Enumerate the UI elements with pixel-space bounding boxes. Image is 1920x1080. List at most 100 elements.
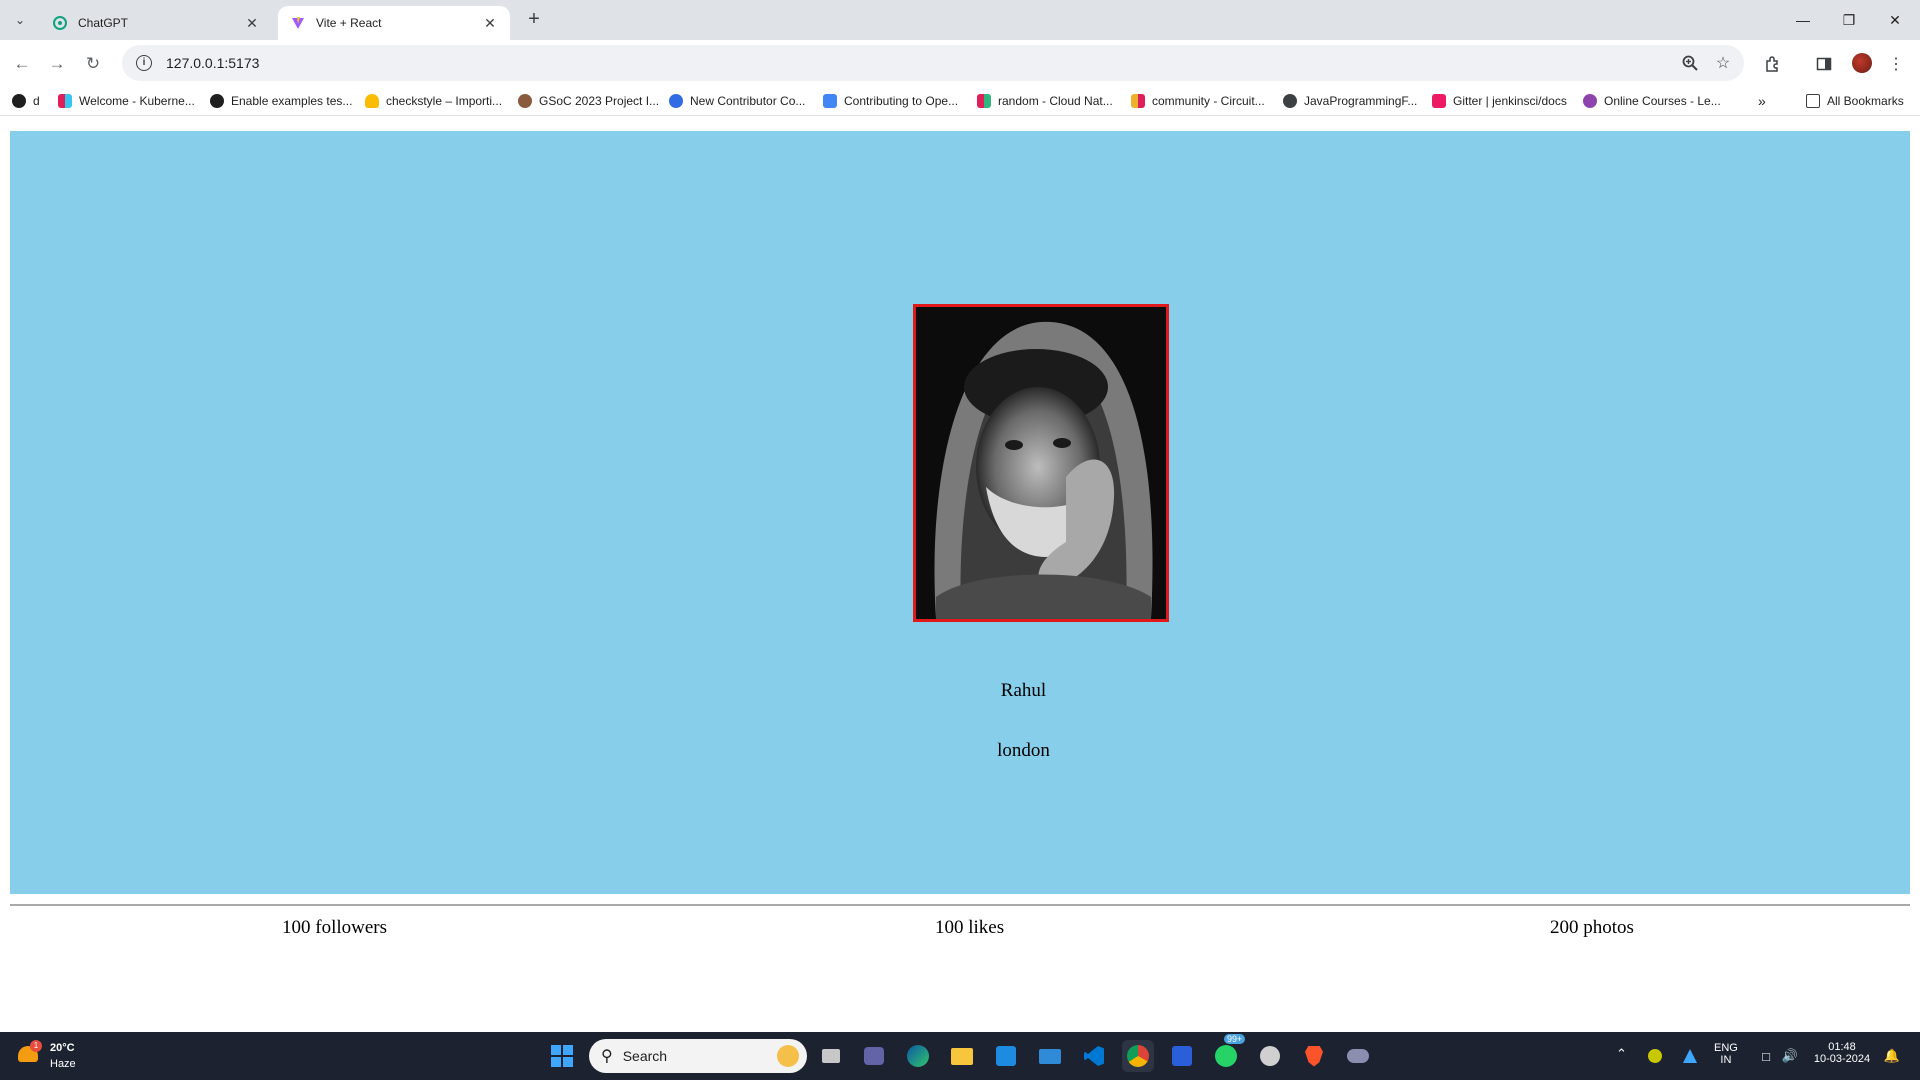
bookmark-item[interactable]: d [12, 92, 40, 110]
bookmark-label: community - Circuit... [1152, 94, 1265, 108]
likes-count: 100 likes [935, 917, 1005, 938]
app-icon[interactable] [1342, 1040, 1374, 1072]
bookmark-item[interactable]: random - Cloud Nat... [977, 92, 1113, 110]
slack-icon [977, 94, 991, 108]
reload-icon[interactable]: ↻ [79, 50, 107, 78]
profile-avatar[interactable] [1852, 53, 1872, 73]
bookmark-label: d [33, 94, 40, 108]
bookmark-label: Welcome - Kuberne... [79, 94, 195, 108]
brave-icon[interactable] [1298, 1040, 1330, 1072]
tab-search-chevron-icon[interactable]: ⌄ [8, 8, 32, 32]
page-viewport: Rahul london 100 followers 100 likes 200… [0, 117, 1920, 1032]
tab-close-icon[interactable]: ✕ [244, 15, 260, 31]
clock[interactable]: 01:48 10-03-2024 [1808, 1041, 1876, 1065]
store-icon[interactable] [990, 1040, 1022, 1072]
tray-app-icon[interactable] [1643, 1040, 1667, 1072]
teams-icon[interactable] [858, 1040, 890, 1072]
forward-icon[interactable]: → [43, 50, 71, 78]
back-icon[interactable]: ← [8, 50, 36, 78]
mail-icon[interactable] [1034, 1040, 1066, 1072]
taskbar-search[interactable]: ⚲ Search [589, 1039, 807, 1073]
bookmark-item[interactable]: Contributing to Ope... [823, 92, 958, 110]
url-text: 127.0.0.1:5173 [166, 55, 260, 71]
bookmark-item[interactable]: JavaProgrammingF... [1283, 92, 1417, 110]
tab-close-icon[interactable]: ✕ [482, 15, 498, 31]
followers-count: 100 followers [282, 917, 388, 938]
bookmark-label: New Contributor Co... [690, 94, 806, 108]
bookmark-item[interactable]: New Contributor Co... [669, 92, 805, 110]
bookmarks-bar: d Welcome - Kuberne... Enable examples t… [0, 86, 1920, 116]
address-bar[interactable]: i 127.0.0.1:5173 [122, 45, 1744, 81]
photos-count: 200 photos [1550, 917, 1634, 938]
clock-app-icon[interactable] [1254, 1040, 1286, 1072]
bookmark-item[interactable]: GSoC 2023 Project I... [518, 92, 659, 110]
divider [10, 904, 1910, 906]
lang-top: ENG [1714, 1042, 1738, 1054]
chatgpt-favicon-icon [52, 15, 68, 31]
clock-time: 01:48 [1828, 1041, 1856, 1053]
notification-bell-icon[interactable]: 🔔 [1880, 1040, 1904, 1072]
lang-bottom: IN [1720, 1054, 1732, 1066]
calendar-icon[interactable] [1166, 1040, 1198, 1072]
bookmark-star-icon[interactable]: ☆ [1707, 47, 1739, 79]
weather-badge: 1 [30, 1040, 42, 1052]
whatsapp-icon[interactable]: 99+ [1210, 1034, 1246, 1072]
lightbulb-icon [365, 94, 379, 108]
bookmark-label: JavaProgrammingF... [1304, 94, 1418, 108]
start-button[interactable] [546, 1040, 578, 1072]
bookmark-item[interactable]: community - Circuit... [1131, 92, 1265, 110]
globe-icon [1283, 94, 1297, 108]
bookmark-item[interactable]: checkstyle – Importi... [365, 92, 502, 110]
chrome-icon[interactable] [1122, 1040, 1154, 1072]
tab-title: ChatGPT [78, 16, 129, 30]
bookmark-label: Gitter | jenkinsci/docs [1453, 94, 1567, 108]
weather-widget[interactable]: 1 20°C Haze [16, 1040, 86, 1074]
github-icon [12, 94, 26, 108]
vscode-icon[interactable] [1078, 1040, 1110, 1072]
restore-icon[interactable]: ❐ [1826, 0, 1872, 40]
bookmark-label: Contributing to Ope... [844, 94, 959, 108]
bookmark-label: GSoC 2023 Project I... [539, 94, 660, 108]
tab-chatgpt[interactable]: ChatGPT ✕ [40, 6, 272, 40]
volume-icon[interactable]: 🔊 [1778, 1040, 1802, 1072]
all-bookmarks-label: All Bookmarks [1827, 94, 1904, 108]
docs-icon [823, 94, 837, 108]
extensions-icon[interactable] [1758, 50, 1786, 78]
slack-icon [58, 94, 72, 108]
all-bookmarks-button[interactable]: All Bookmarks [1806, 92, 1904, 110]
bookmark-item[interactable]: Welcome - Kuberne... [58, 92, 195, 110]
tab-vite-react[interactable]: Vite + React ✕ [278, 6, 510, 40]
tab-strip: ⌄ ChatGPT ✕ Vite + React ✕ + — ❐ ✕ [0, 0, 1920, 40]
browser-menu-icon[interactable]: ⋮ [1882, 50, 1910, 78]
file-explorer-icon[interactable] [946, 1040, 978, 1072]
minimize-icon[interactable]: — [1780, 0, 1826, 40]
site-info-icon[interactable]: i [136, 55, 152, 71]
github-icon [210, 94, 224, 108]
courses-icon [1583, 94, 1597, 108]
bookmark-label: checkstyle – Importi... [386, 94, 503, 108]
bookmark-item[interactable]: Gitter | jenkinsci/docs [1432, 92, 1567, 110]
zoom-icon[interactable] [1674, 47, 1706, 79]
task-view-icon[interactable] [815, 1040, 847, 1072]
tab-title: Vite + React [316, 16, 382, 30]
display-icon[interactable]: □ [1754, 1040, 1778, 1072]
search-highlight-icon [777, 1045, 799, 1067]
browser-toolbar: ← → ↻ i 127.0.0.1:5173 ☆ ⋮ [0, 40, 1920, 86]
clock-date: 10-03-2024 [1813, 1053, 1871, 1065]
weather-temp: 20°C [50, 1042, 75, 1054]
vite-favicon-icon [290, 15, 306, 31]
input-language[interactable]: ENG IN [1714, 1042, 1738, 1066]
bookmark-item[interactable]: Online Courses - Le... [1583, 92, 1721, 110]
edge-icon[interactable] [902, 1040, 934, 1072]
tray-network-warning-icon[interactable] [1678, 1040, 1702, 1072]
folder-icon [1806, 94, 1820, 108]
tray-overflow-icon[interactable]: ⌃ [1616, 1046, 1627, 1062]
window-close-icon[interactable]: ✕ [1872, 0, 1918, 40]
gsoc-icon [518, 94, 532, 108]
bookmark-label: Online Courses - Le... [1604, 94, 1721, 108]
bookmark-item[interactable]: Enable examples tes... [210, 92, 352, 110]
side-panel-icon[interactable] [1810, 50, 1838, 78]
bookmarks-overflow-icon[interactable]: » [1758, 92, 1766, 110]
bookmark-label: Enable examples tes... [231, 94, 353, 108]
new-tab-button[interactable]: + [520, 8, 548, 32]
